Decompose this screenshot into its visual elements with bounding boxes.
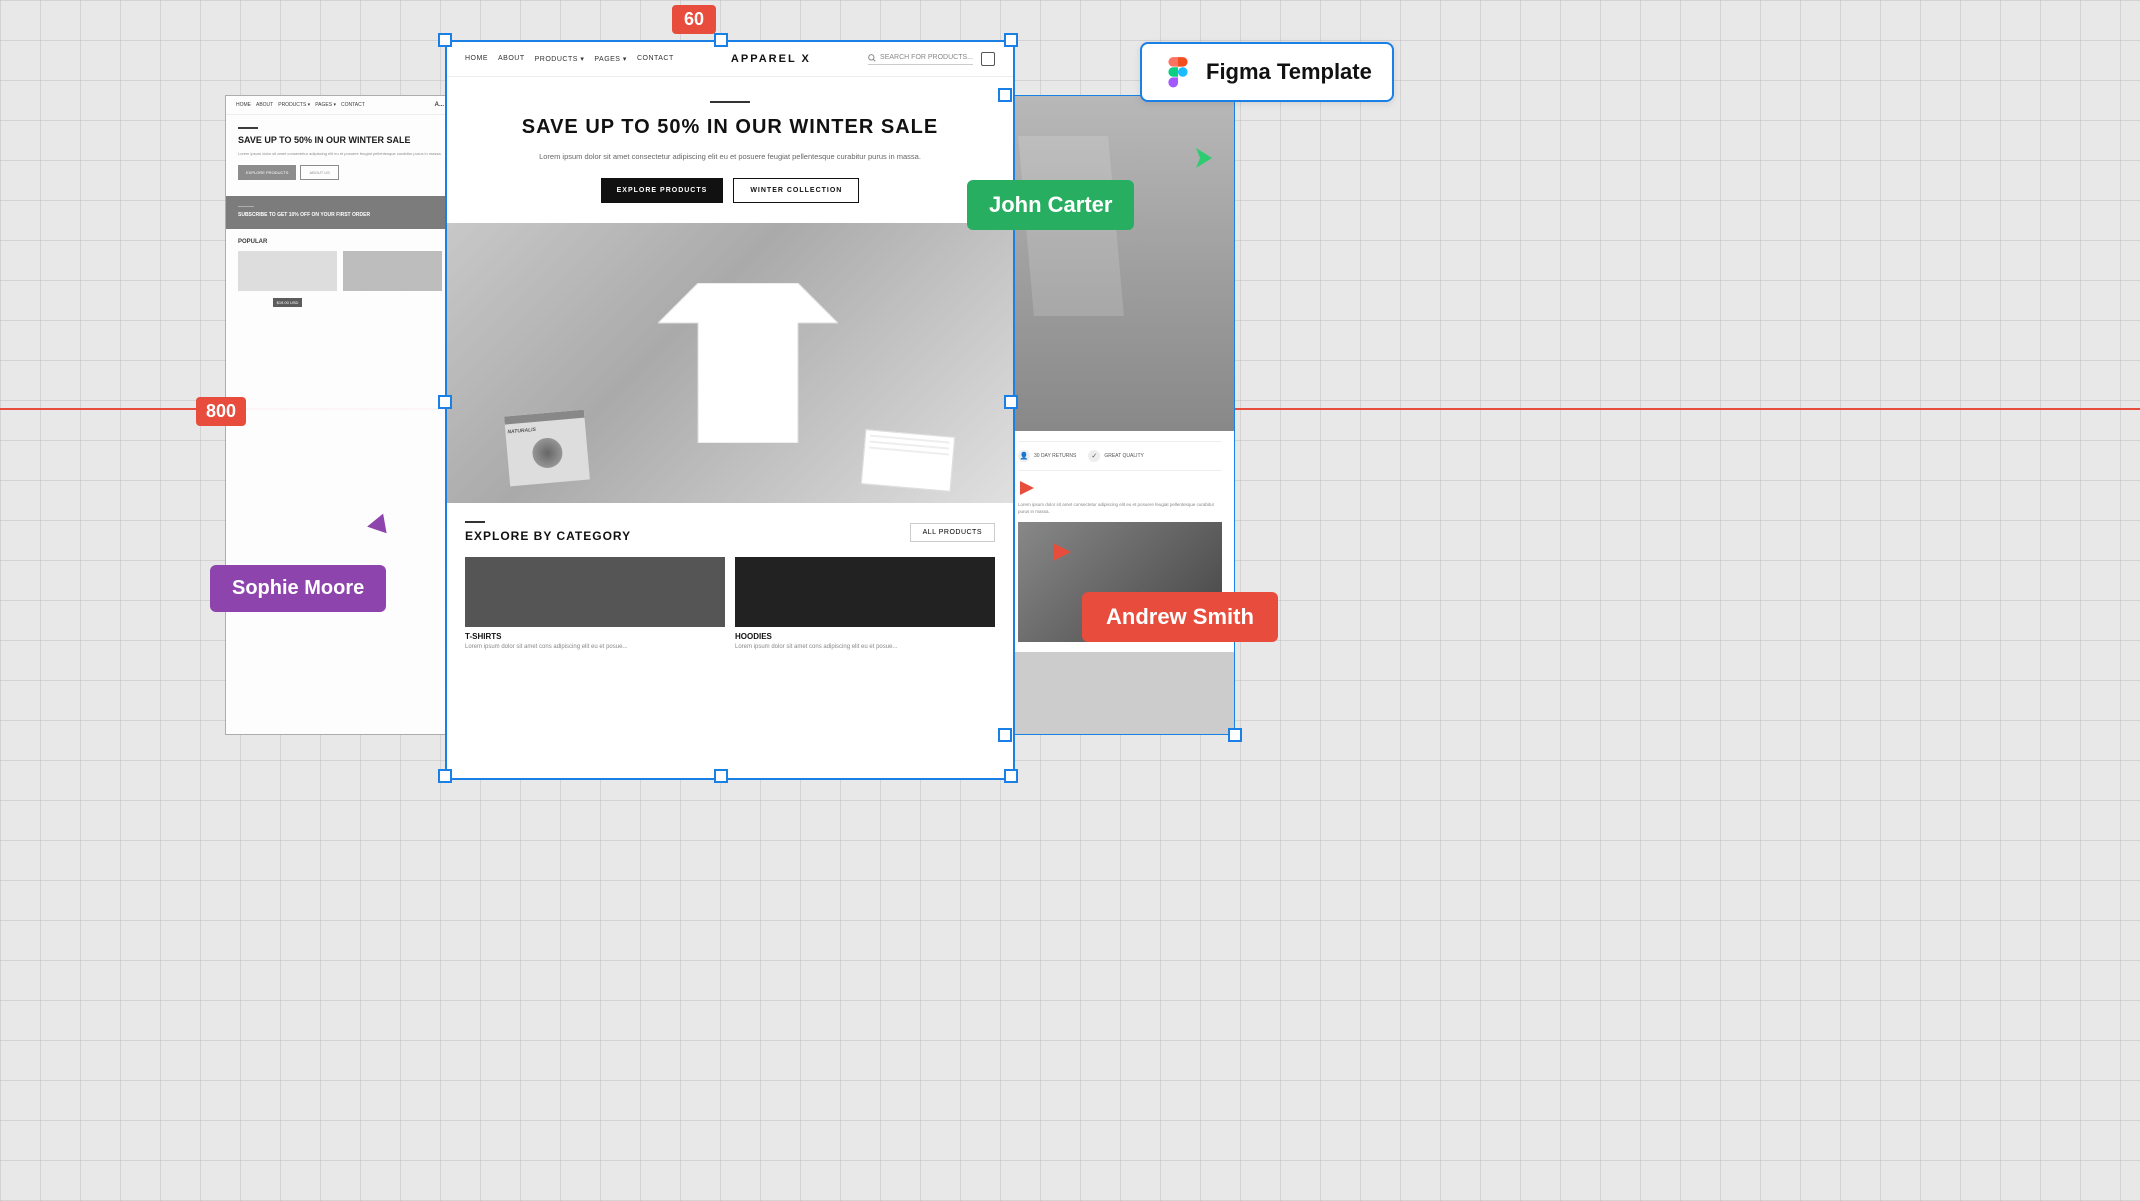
explore-section: EXPLORE BY CATEGORY ALL PRODUCTS T-SHIRT… xyxy=(447,503,1013,669)
magazine-prop: NATURALIS xyxy=(504,410,590,487)
nav-logo: APPAREL X xyxy=(731,53,811,65)
main-nav-right: SEARCH FOR PRODUCTS... xyxy=(868,52,995,66)
right-handle-bottom-right[interactable] xyxy=(1228,728,1242,742)
explore-header: EXPLORE BY CATEGORY ALL PRODUCTS xyxy=(465,521,995,543)
main-design-frame: HOME ABOUT PRODUCTS ▾ PAGES ▾ CONTACT AP… xyxy=(445,40,1015,780)
quality-icon: ✓ xyxy=(1088,450,1100,462)
lf-subscribe-text: SUBSCRIBE TO GET 10% OFF ON YOUR FIRST O… xyxy=(238,212,442,219)
green-arrow-cursor xyxy=(1192,146,1216,176)
lf-popular-section: POPULAR $19.00 USD xyxy=(226,229,454,309)
hoodies-desc: Lorem ipsum dolor sit amet cons adipisci… xyxy=(735,643,995,651)
hoodies-label: HOODIES xyxy=(735,632,995,641)
handle-top-left[interactable] xyxy=(438,33,452,47)
hero-description: Lorem ipsum dolor sit amet consectetur a… xyxy=(487,151,973,162)
nav-products[interactable]: PRODUCTS ▾ xyxy=(535,55,585,63)
lf-nav-pages[interactable]: PAGES ▾ xyxy=(315,102,336,108)
lf-hero-buttons: EXPLORE PRODUCTS ABOUT US xyxy=(238,165,442,180)
sophie-tag: Sophie Moore xyxy=(210,565,386,612)
figma-logo-icon xyxy=(1162,56,1194,88)
category-tshirts: T-SHIRTS Lorem ipsum dolor sit amet cons… xyxy=(465,557,725,651)
hero-buttons: EXPLORE PRODUCTS WINTER COLLECTION xyxy=(487,178,973,203)
hero-image: NATURALIS xyxy=(447,223,1013,503)
explore-title-wrap: EXPLORE BY CATEGORY xyxy=(465,521,631,543)
tshirt-image xyxy=(658,283,838,443)
lf-popular-title: POPULAR xyxy=(238,239,442,245)
hero-divider-line xyxy=(710,101,750,103)
right-frame-features: 👤 30 DAY RETURNS ✓ GREAT QUALITY xyxy=(1018,441,1222,471)
lf-product-item: $19.00 USD xyxy=(238,251,337,309)
horizontal-ruler-label: 800 xyxy=(196,397,246,426)
lf-subscribe-line xyxy=(238,206,254,207)
book-prop xyxy=(861,429,955,492)
returns-label: 30 DAY RETURNS xyxy=(1034,453,1076,459)
andrew-cursor xyxy=(1053,543,1071,561)
lf-nav-logo: A... xyxy=(435,102,444,108)
lf-about-button[interactable]: ABOUT US xyxy=(300,165,338,180)
john-tag: John Carter xyxy=(967,180,1134,230)
category-grid: T-SHIRTS Lorem ipsum dolor sit amet cons… xyxy=(465,557,995,651)
lf-hero-desc: Lorem ipsum dolor sit amet consectetur a… xyxy=(238,151,442,157)
handle-bottom-right[interactable] xyxy=(1004,769,1018,783)
search-placeholder: SEARCH FOR PRODUCTS... xyxy=(880,54,973,61)
quality-label: GREAT QUALITY xyxy=(1104,453,1144,459)
main-nav: HOME ABOUT PRODUCTS ▾ PAGES ▾ CONTACT AP… xyxy=(447,42,1013,77)
lf-subscribe-section: SUBSCRIBE TO GET 10% OFF ON YOUR FIRST O… xyxy=(226,196,454,229)
sophie-cursor xyxy=(367,515,385,535)
lf-hero-heading: SAVE UP TO 50% IN OUR WINTER SALE xyxy=(238,135,442,147)
category-hoodies: HOODIES Lorem ipsum dolor sit amet cons … xyxy=(735,557,995,651)
lf-nav-contact[interactable]: CONTACT xyxy=(341,102,365,108)
nav-home[interactable]: HOME xyxy=(465,55,488,63)
handle-bottom-mid[interactable] xyxy=(714,769,728,783)
returns-icon: 👤 xyxy=(1018,450,1030,462)
tshirts-image xyxy=(465,557,725,627)
tshirts-label: T-SHIRTS xyxy=(465,632,725,641)
nav-contact[interactable]: CONTACT xyxy=(637,55,674,63)
search-icon xyxy=(868,54,876,62)
lf-nav-home[interactable]: HOME xyxy=(236,102,251,108)
handle-top-right[interactable] xyxy=(1004,33,1018,47)
handle-top-mid[interactable] xyxy=(714,33,728,47)
cart-icon[interactable] xyxy=(981,52,995,66)
search-bar[interactable]: SEARCH FOR PRODUCTS... xyxy=(868,54,973,65)
handle-mid-left[interactable] xyxy=(438,395,452,409)
main-nav-links: HOME ABOUT PRODUCTS ▾ PAGES ▾ CONTACT xyxy=(465,55,674,63)
handle-mid-right[interactable] xyxy=(1004,395,1018,409)
figma-template-text: Figma Template xyxy=(1206,59,1372,85)
left-frame-nav: HOME ABOUT PRODUCTS ▾ PAGES ▾ CONTACT A.… xyxy=(226,96,454,115)
right-handle-top-left[interactable] xyxy=(998,88,1012,102)
nav-about[interactable]: ABOUT xyxy=(498,55,525,63)
lf-nav-about[interactable]: ABOUT xyxy=(256,102,273,108)
left-background-frame: HOME ABOUT PRODUCTS ▾ PAGES ▾ CONTACT A.… xyxy=(225,95,455,735)
lf-product-item xyxy=(343,251,442,309)
right-frame-cursor-area xyxy=(1018,479,1222,502)
explore-title: EXPLORE BY CATEGORY xyxy=(465,529,631,543)
andrew-tag: Andrew Smith xyxy=(1082,592,1278,642)
left-frame-hero: SAVE UP TO 50% IN OUR WINTER SALE Lorem … xyxy=(226,115,454,188)
feature-returns: 👤 30 DAY RETURNS xyxy=(1018,450,1076,462)
winter-collection-button[interactable]: WINTER COLLECTION xyxy=(733,178,859,203)
tshirts-desc: Lorem ipsum dolor sit amet cons adipisci… xyxy=(465,643,725,651)
hoodies-image xyxy=(735,557,995,627)
lf-explore-button[interactable]: EXPLORE PRODUCTS xyxy=(238,165,296,180)
hero-heading: SAVE UP TO 50% IN OUR WINTER SALE xyxy=(487,115,973,139)
red-play-cursor xyxy=(1018,479,1036,497)
right-frame-hero-image xyxy=(1006,96,1234,431)
explore-products-button[interactable]: EXPLORE PRODUCTS xyxy=(601,178,724,203)
lf-nav-products[interactable]: PRODUCTS ▾ xyxy=(278,102,310,108)
all-products-button[interactable]: ALL PRODUCTS xyxy=(910,523,995,542)
explore-divider xyxy=(465,521,485,523)
lf-product-row: $19.00 USD xyxy=(238,251,442,309)
lf-product-image xyxy=(238,251,337,291)
lf-hero-line xyxy=(238,127,258,129)
right-frame-description: Lorem ipsum dolor sit amet consectetur a… xyxy=(1018,502,1222,516)
lf-price-tag: $19.00 USD xyxy=(273,298,303,307)
figma-template-label: Figma Template xyxy=(1140,42,1394,102)
hero-section: SAVE UP TO 50% IN OUR WINTER SALE Lorem … xyxy=(447,77,1013,223)
lf-product-image xyxy=(343,251,442,291)
vertical-ruler-label: 60 xyxy=(672,5,716,34)
handle-bottom-left[interactable] xyxy=(438,769,452,783)
right-handle-bottom-left[interactable] xyxy=(998,728,1012,742)
feature-quality: ✓ GREAT QUALITY xyxy=(1088,450,1144,462)
nav-pages[interactable]: PAGES ▾ xyxy=(594,55,627,63)
